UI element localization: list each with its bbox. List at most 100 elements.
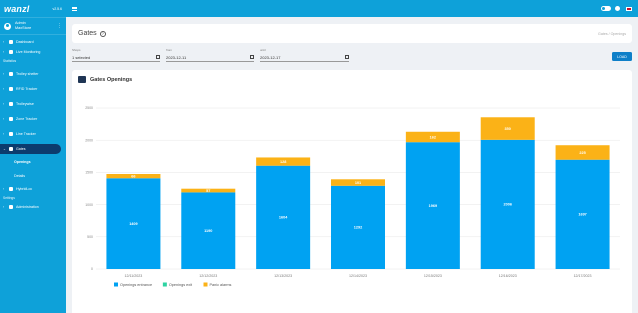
load-button[interactable]: LOAD: [612, 52, 632, 61]
legend-swatch: [114, 282, 118, 287]
sidebar-subitem-details[interactable]: Details: [0, 170, 66, 181]
sidebar-item-trolley-shelter[interactable]: › Trolley shelter: [0, 69, 66, 79]
data-label: 1604: [279, 216, 288, 220]
section-settings: Settings: [3, 196, 15, 200]
chevron-right-icon: ›: [3, 117, 5, 121]
x-tick-label: 12/16/2023: [499, 274, 517, 278]
data-label: 1969: [429, 204, 437, 208]
sidebar-item-label: RFID Tracker: [16, 87, 38, 91]
chevron-right-icon: ›: [3, 187, 5, 191]
user-panel: Admin MaxStore ⋮: [0, 17, 66, 35]
shops-select[interactable]: 1 selected: [72, 53, 160, 62]
x-tick-label: 12/17/2023: [574, 274, 592, 278]
sidebar-item-label: Zone Tracker: [16, 117, 38, 121]
sidebar-subitem-openings[interactable]: Openings: [0, 156, 66, 167]
y-tick-label: 2500: [85, 106, 93, 110]
sidebar-item-label: Trolleywise: [16, 102, 34, 106]
x-tick-label: 12/15/2023: [424, 274, 442, 278]
rfid-icon: [9, 87, 13, 91]
gates-openings-chart: 0 500 1000 1500 2000 2500 1409 66 12/11/2023 1190…: [85, 106, 620, 287]
until-field[interactable]: until 2023-12-17: [260, 48, 349, 64]
shops-field[interactable]: Shops 1 selected: [72, 48, 160, 64]
x-tick-label: 12/12/2023: [199, 274, 217, 278]
gear-icon: [9, 205, 13, 209]
sidebar-subitem-label: Details: [14, 173, 25, 178]
moon-icon: [615, 6, 620, 11]
sidebar-item-rfid-tracker[interactable]: › RFID Tracker: [0, 84, 66, 94]
user-name-line2: MaxStore: [15, 26, 32, 30]
line-icon: [9, 132, 13, 136]
sidebar-item-gates[interactable]: ⌄ Gates: [0, 144, 61, 154]
sidebar-item-trolleywise[interactable]: › Trolleywise: [0, 99, 66, 109]
sidebar-item-dashboard[interactable]: › Dashboard: [0, 37, 66, 47]
legend-label: Panic alarms: [210, 283, 232, 287]
data-label: 128: [280, 160, 286, 164]
sidebar-item-label: Live Monitoring: [16, 50, 41, 54]
sidebar-item-hybridloc[interactable]: › HybridLoc: [0, 184, 66, 194]
until-date-input[interactable]: 2023-12-17: [260, 53, 349, 62]
x-tick-label: 12/14/2023: [349, 274, 367, 278]
shelter-icon: [9, 72, 13, 76]
help-icon[interactable]: ?: [99, 30, 106, 37]
legend-label: Openings exit: [169, 283, 193, 287]
chevron-right-icon: ›: [3, 102, 5, 106]
sidebar-item-administration[interactable]: › Administration: [0, 202, 66, 212]
top-bar: [66, 0, 638, 17]
data-label: 66: [131, 174, 135, 178]
calendar-icon[interactable]: [345, 55, 349, 59]
from-date-input[interactable]: 2023-12-11: [166, 53, 254, 62]
x-tick-label: 12/11/2023: [125, 274, 143, 278]
data-label: 1190: [204, 229, 212, 233]
legend-swatch: [162, 282, 167, 287]
calendar-icon[interactable]: [250, 55, 254, 59]
chevron-right-icon: ›: [3, 50, 5, 54]
theme-toggle[interactable]: [601, 6, 611, 11]
from-field[interactable]: from 2023-12-11: [166, 48, 254, 64]
chart-card: Gates Openings 0 500 1000 1500 2000 2500 1409 6…: [72, 70, 632, 313]
sidebar-item-live-monitoring[interactable]: › Live Monitoring: [0, 47, 66, 57]
y-tick-label: 1000: [85, 203, 93, 207]
breadcrumb: Gates / Openings: [598, 31, 626, 36]
sidebar-item-label: Trolley shelter: [16, 72, 39, 76]
from-value: 2023-12-11: [166, 54, 187, 60]
data-label: 2006: [503, 203, 511, 207]
app-version: v2.5.6: [52, 6, 62, 11]
data-label: 1292: [354, 226, 362, 230]
chevron-right-icon: ›: [3, 205, 5, 209]
sidebar: wanzl v2.5.6 Admin MaxStore ⋮ › Dashboar…: [0, 0, 66, 313]
hamburger-menu-icon[interactable]: [72, 6, 77, 11]
data-label: 225: [579, 151, 585, 155]
wanzl-logo[interactable]: wanzl: [4, 4, 30, 14]
section-statistics: Statistics: [3, 59, 17, 63]
sidebar-item-label: Gates: [16, 147, 26, 151]
user-name: Admin MaxStore: [15, 21, 31, 31]
sidebar-item-zone-tracker[interactable]: › Zone Tracker: [0, 114, 66, 124]
data-label: 162: [430, 135, 436, 139]
data-label: 101: [355, 181, 361, 185]
y-tick-label: 500: [87, 235, 93, 239]
language-flag-icon[interactable]: [626, 6, 632, 11]
shops-value: 1 selected: [72, 54, 91, 60]
until-value: 2023-12-17: [260, 54, 281, 60]
sidebar-subitem-label: Openings: [14, 159, 31, 164]
x-tick-label: 12/13/2023: [274, 274, 292, 278]
chevron-right-icon: ›: [3, 72, 5, 76]
page-title: Gates: [78, 30, 97, 37]
trolley-icon: [9, 102, 13, 106]
user-menu-icon[interactable]: ⋮: [57, 23, 62, 29]
y-tick-label: 2000: [85, 138, 93, 142]
legend-swatch: [203, 282, 208, 287]
gate-icon: [9, 147, 13, 151]
filter-bar: Shops 1 selected from 2023-12-11 until 2…: [72, 48, 632, 64]
sidebar-item-line-tracker[interactable]: › Line Tracker: [0, 129, 66, 139]
page-header: Gates ? Gates / Openings: [72, 24, 632, 43]
zone-icon: [9, 117, 13, 121]
sidebar-item-label: HybridLoc: [16, 187, 33, 191]
data-label: 350: [505, 127, 511, 131]
calendar-icon: [156, 55, 160, 59]
y-tick-label: 0: [91, 267, 93, 271]
brand-bar: wanzl v2.5.6: [0, 0, 66, 17]
sidebar-item-label: Administration: [16, 205, 39, 209]
data-label: 57: [206, 189, 210, 193]
dashboard-icon: [9, 40, 13, 44]
